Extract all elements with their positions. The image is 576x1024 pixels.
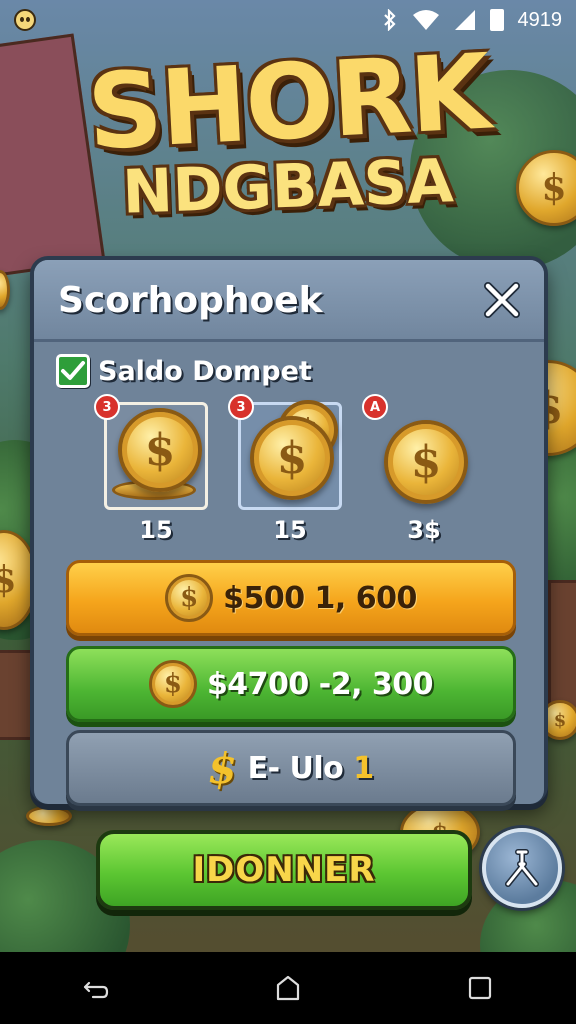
wallet-row[interactable]: Saldo Dompet — [56, 354, 312, 388]
recents-button[interactable] — [450, 958, 510, 1018]
dialog-body: Saldo Dompet 3 $ 15 3 $ $ 15 A $ — [34, 342, 544, 806]
home-button[interactable] — [258, 958, 318, 1018]
dollar-icon: $ — [204, 743, 242, 793]
navigation-bar — [0, 952, 576, 1024]
signal-icon — [454, 10, 475, 30]
confirm-button[interactable]: IDONNER — [96, 830, 472, 910]
dialog-title: Scorhophoek — [58, 280, 323, 321]
buy-option-label: E- Ulo 1 — [248, 751, 374, 786]
shop-dialog: Scorhophoek Saldo Dompet 3 $ 15 3 $ 15 A… — [30, 256, 548, 806]
buy-option-label-suffix: 1 — [353, 750, 374, 786]
coin-icon: $ — [384, 420, 468, 504]
buy-option-gray-button[interactable]: $ E- Ulo 1 — [66, 730, 516, 806]
pack-amount: 15 — [273, 516, 307, 544]
dialog-header: Scorhophoek — [34, 260, 544, 342]
pack-amount: 3$ — [407, 516, 441, 544]
battery-icon — [489, 9, 504, 31]
wallet-label: Saldo Dompet — [98, 355, 312, 387]
background-crate — [0, 650, 34, 740]
close-button[interactable] — [480, 278, 524, 322]
back-button[interactable] — [66, 958, 126, 1018]
back-icon — [83, 981, 109, 999]
coin-icon: $ — [148, 660, 197, 708]
pack-badge: 3 — [94, 394, 120, 420]
pack-badge: 3 — [228, 394, 254, 420]
buy-option-green-button[interactable]: $ $4700 -2, 300 — [66, 646, 516, 722]
buy-option-orange-button[interactable]: $ $500 1, 600 — [66, 560, 516, 636]
game-title: SHORK NDGBASA — [0, 31, 576, 228]
coin-pack[interactable]: 3 $ 15 — [94, 394, 208, 552]
checkbox-checked-icon[interactable] — [56, 354, 90, 388]
wifi-icon — [412, 10, 439, 30]
buy-option-label: $500 1, 600 — [223, 580, 417, 616]
floating-coin — [0, 270, 10, 310]
buy-option-label-prefix: E- Ulo — [247, 750, 344, 786]
coin-stack-icon: $ — [250, 416, 334, 500]
coin-pack[interactable]: A $ 3$ — [362, 394, 476, 552]
clock: 4919 — [517, 8, 563, 31]
status-bar: 4919 — [0, 0, 576, 40]
pack-badge: A — [362, 394, 388, 420]
tools-button[interactable] — [482, 828, 562, 908]
coin-packs: 3 $ 15 3 $ $ 15 A $ 3$ — [94, 394, 484, 552]
floating-coin — [26, 806, 72, 826]
buy-option-label: $4700 -2, 300 — [206, 666, 434, 702]
confirm-label: IDONNER — [192, 850, 376, 890]
coin-icon: $ — [165, 574, 214, 622]
home-icon — [276, 975, 300, 1001]
pack-amount: 15 — [139, 516, 173, 544]
close-icon — [484, 282, 520, 318]
tools-icon — [505, 849, 539, 887]
skull-icon — [14, 9, 36, 31]
coin-stack-icon: $ — [118, 408, 202, 492]
recents-icon — [468, 976, 492, 1000]
coin-pack[interactable]: 3 $ $ 15 — [228, 394, 342, 552]
bluetooth-icon — [383, 9, 396, 31]
